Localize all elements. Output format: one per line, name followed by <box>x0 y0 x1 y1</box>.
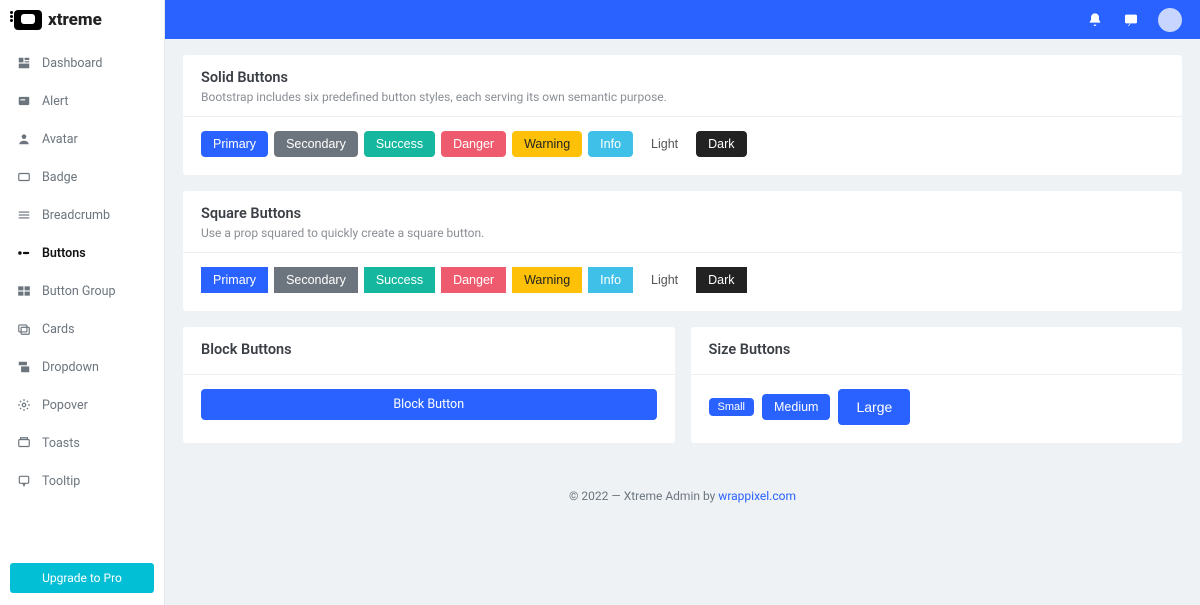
sidebar-item-breadcrumb[interactable]: Breadcrumb <box>0 196 164 234</box>
card-desc: Use a prop squared to quickly create a s… <box>201 226 1164 240</box>
brand[interactable]: xtreme <box>0 0 164 40</box>
square-success-button[interactable]: Success <box>364 267 435 293</box>
solid-primary-button[interactable]: Primary <box>201 131 268 157</box>
sidebar-item-badge[interactable]: Badge <box>0 158 164 196</box>
cards-icon <box>16 321 32 337</box>
dropdown-icon <box>16 359 32 375</box>
alert-icon <box>16 93 32 109</box>
toasts-icon <box>16 435 32 451</box>
sidebar-item-cards[interactable]: Cards <box>0 310 164 348</box>
solid-secondary-button[interactable]: Secondary <box>274 131 358 157</box>
sidebar-nav: Dashboard Alert Avatar Badge Breadcrumb … <box>0 40 164 555</box>
avatar-icon <box>16 131 32 147</box>
footer: © 2022 — Xtreme Admin by wrappixel.com <box>183 459 1182 503</box>
block-button[interactable]: Block Button <box>201 389 657 420</box>
button-group-icon <box>16 283 32 299</box>
card-title: Size Buttons <box>709 341 1165 358</box>
sidebar-item-alert[interactable]: Alert <box>0 82 164 120</box>
dashboard-icon <box>16 55 32 71</box>
solid-success-button[interactable]: Success <box>364 131 435 157</box>
sidebar-item-label: Tooltip <box>42 474 80 489</box>
card-title: Block Buttons <box>201 341 657 358</box>
card-solid-buttons: Solid Buttons Bootstrap includes six pre… <box>183 55 1182 175</box>
sidebar-item-label: Avatar <box>42 132 78 147</box>
size-medium-button[interactable]: Medium <box>762 394 830 420</box>
sidebar-item-tooltip[interactable]: Tooltip <box>0 462 164 500</box>
square-info-button[interactable]: Info <box>588 267 633 293</box>
size-large-button[interactable]: Large <box>838 389 910 425</box>
card-size-buttons: Size Buttons Small Medium Large <box>691 327 1183 443</box>
sidebar-item-label: Buttons <box>42 246 86 261</box>
sidebar-item-avatar[interactable]: Avatar <box>0 120 164 158</box>
badge-icon <box>16 169 32 185</box>
square-dark-button[interactable]: Dark <box>696 267 746 293</box>
sidebar: xtreme Dashboard Alert Avatar Badge Brea… <box>0 0 165 605</box>
user-avatar[interactable] <box>1158 8 1182 32</box>
square-secondary-button[interactable]: Secondary <box>274 267 358 293</box>
sidebar-item-button-group[interactable]: Button Group <box>0 272 164 310</box>
footer-text: © 2022 — Xtreme Admin by <box>569 489 718 503</box>
size-small-button[interactable]: Small <box>709 398 755 416</box>
brand-text: xtreme <box>48 10 102 30</box>
sidebar-item-label: Button Group <box>42 284 116 299</box>
sidebar-item-buttons[interactable]: Buttons <box>0 234 164 272</box>
solid-warning-button[interactable]: Warning <box>512 131 582 157</box>
card-title: Square Buttons <box>201 205 1164 222</box>
solid-danger-button[interactable]: Danger <box>441 131 506 157</box>
main-content: Solid Buttons Bootstrap includes six pre… <box>165 39 1200 605</box>
sidebar-item-popover[interactable]: Popover <box>0 386 164 424</box>
upgrade-button[interactable]: Upgrade to Pro <box>10 563 154 593</box>
notifications-icon[interactable] <box>1086 11 1104 29</box>
breadcrumb-icon <box>16 207 32 223</box>
sidebar-item-label: Cards <box>42 322 75 337</box>
sidebar-item-label: Alert <box>42 94 68 109</box>
brand-logo-icon <box>14 10 42 30</box>
sidebar-item-dropdown[interactable]: Dropdown <box>0 348 164 386</box>
card-desc: Bootstrap includes six predefined button… <box>201 90 1164 104</box>
card-square-buttons: Square Buttons Use a prop squared to qui… <box>183 191 1182 311</box>
square-primary-button[interactable]: Primary <box>201 267 268 293</box>
sidebar-item-label: Badge <box>42 170 77 185</box>
solid-info-button[interactable]: Info <box>588 131 633 157</box>
square-warning-button[interactable]: Warning <box>512 267 582 293</box>
sidebar-item-toasts[interactable]: Toasts <box>0 424 164 462</box>
solid-dark-button[interactable]: Dark <box>696 131 746 157</box>
square-light-button[interactable]: Light <box>639 267 690 293</box>
footer-link[interactable]: wrappixel.com <box>718 489 796 503</box>
popover-icon <box>16 397 32 413</box>
card-title: Solid Buttons <box>201 69 1164 86</box>
card-block-buttons: Block Buttons Block Button <box>183 327 675 443</box>
sidebar-item-label: Breadcrumb <box>42 208 110 223</box>
sidebar-item-label: Toasts <box>42 436 80 451</box>
sidebar-item-dashboard[interactable]: Dashboard <box>0 44 164 82</box>
tooltip-icon <box>16 473 32 489</box>
solid-light-button[interactable]: Light <box>639 131 690 157</box>
sidebar-item-label: Dashboard <box>42 56 102 71</box>
sidebar-item-label: Dropdown <box>42 360 99 375</box>
messages-icon[interactable] <box>1122 11 1140 29</box>
topbar <box>165 0 1200 39</box>
square-danger-button[interactable]: Danger <box>441 267 506 293</box>
sidebar-item-label: Popover <box>42 398 88 413</box>
buttons-icon <box>16 245 32 261</box>
